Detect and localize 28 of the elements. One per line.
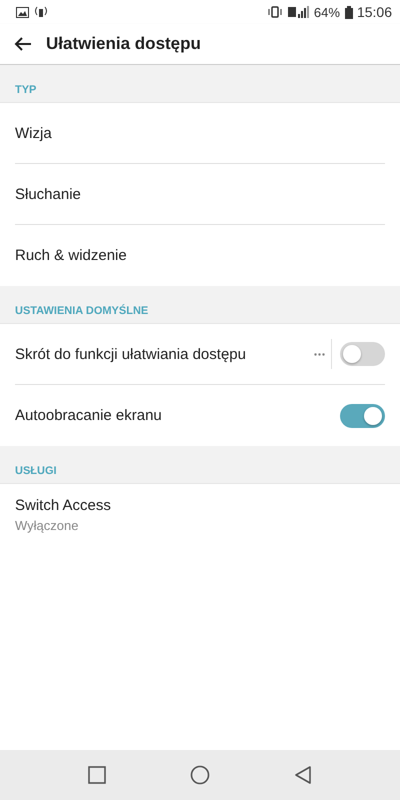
screen-title: Ułatwienia dostępu [46,34,201,54]
item-status: Wyłączone [15,518,80,532]
setting-row[interactable]: Autoobracanie ekranu [15,385,385,446]
section-header: USŁUGI [15,465,57,477]
menu-item[interactable]: Ruch & widzenie [15,225,385,286]
hotspot-icon [34,6,48,18]
menu-item[interactable]: Wizja [15,103,385,164]
toggle-switch[interactable] [340,404,385,428]
setting-label: Autoobracanie ekranu [15,407,163,424]
more-icon[interactable] [314,352,325,356]
menu-item[interactable]: Słuchanie [15,164,385,225]
vibrate-icon [266,6,283,18]
clock: 15:06 [356,4,392,20]
picture-icon [16,6,29,18]
section-header: USTAWIENIA DOMYŚLNE [15,305,148,317]
back-icon[interactable] [294,766,312,784]
setting-row[interactable]: Skrót do funkcji ułatwiania dostępu [15,324,385,385]
item-title: Switch Access [15,496,111,514]
back-arrow-icon[interactable] [14,36,32,52]
battery-level: 64% [314,4,340,20]
setting-label: Skrót do funkcji ułatwiania dostępu [15,346,247,362]
signal-icon [288,6,310,18]
recents-icon[interactable] [88,766,106,784]
home-icon[interactable] [190,765,210,785]
toggle-switch[interactable] [340,342,385,366]
menu-item[interactable]: Switch Access Wyłączone [15,484,385,545]
battery-icon [344,6,353,18]
section-header: TYP [15,84,36,96]
